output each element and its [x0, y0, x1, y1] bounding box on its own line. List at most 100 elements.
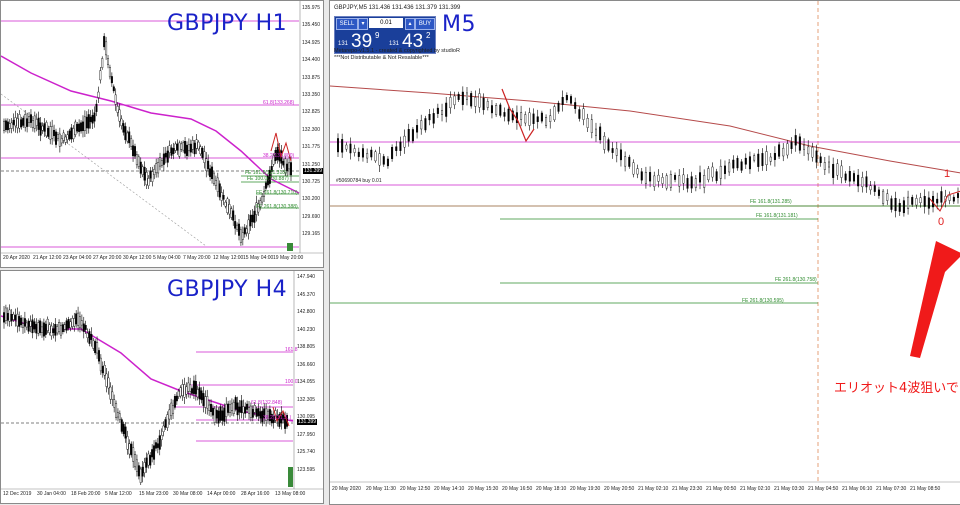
- m5-candle: [474, 97, 477, 107]
- m5-candle: [761, 153, 764, 166]
- lot-size-input[interactable]: 0.01: [369, 18, 403, 28]
- h1-candle: [203, 151, 206, 163]
- h1-candle: [145, 171, 148, 186]
- h4-candle: [151, 449, 154, 458]
- chart-panel-h1[interactable]: GBPJPY H1 135.975 135.450 134.925 134.400 13…: [0, 0, 324, 268]
- h1-candle: [99, 70, 102, 81]
- h4-candle: [147, 453, 150, 466]
- h4-candle: [97, 350, 100, 362]
- annotation-text: エリオット4波狙いで: [834, 381, 959, 396]
- h1-candle: [105, 41, 108, 56]
- m5-candle: [524, 114, 527, 124]
- m5-candle: [453, 95, 456, 106]
- m5-candle: [370, 149, 373, 158]
- h4-level-label: 100.0: [285, 379, 298, 385]
- m5-candle: [640, 171, 643, 181]
- m5-candle: [778, 144, 781, 157]
- time-tick-label: 21 May 04:50: [808, 486, 839, 492]
- h4-candle: [90, 333, 93, 340]
- buy-price-pip: 2: [426, 31, 431, 40]
- price-tick-label: 130.200: [302, 196, 321, 203]
- price-tick-label: 129.690: [302, 213, 321, 220]
- price-tick-label: 132.300: [302, 126, 321, 133]
- h4-candle: [221, 410, 224, 421]
- h1-candle: [249, 214, 252, 227]
- h4-candle: [154, 442, 157, 449]
- h4-candle: [229, 404, 232, 414]
- m5-candle: [815, 150, 818, 163]
- m5-candle: [902, 200, 905, 214]
- h4-candle: [77, 312, 80, 326]
- sell-button[interactable]: SELL: [336, 18, 358, 30]
- m5-candle: [882, 190, 885, 204]
- price-tick-label: 140.230: [297, 326, 316, 333]
- chart-panel-h4[interactable]: GBPJPY H4 147.940 145.370 142.800 140.230 13…: [0, 270, 324, 504]
- chart-panel-m5[interactable]: GBPJPY,M5 131.436 131.436 131.379 131.39…: [329, 0, 960, 505]
- lot-up-icon[interactable]: ▴: [405, 18, 415, 30]
- m5-candle: [753, 155, 756, 161]
- m5-candle: [690, 176, 693, 189]
- m5-candle: [599, 126, 602, 141]
- h1-candle: [107, 58, 110, 65]
- h4-candle: [137, 465, 140, 477]
- m5-candle: [428, 114, 431, 121]
- h1-candle: [31, 120, 34, 128]
- m5-candle: [382, 156, 385, 165]
- h1-candle: [76, 123, 79, 132]
- h4-candle: [259, 411, 262, 419]
- h1-candle: [85, 116, 88, 129]
- h4-candle: [238, 406, 241, 413]
- h1-candle: [89, 116, 92, 122]
- h4-candle: [59, 325, 62, 336]
- h1-candle: [212, 172, 215, 184]
- h1-candle: [189, 143, 192, 153]
- h4-candle: [246, 403, 249, 410]
- m5-candle: [336, 138, 339, 153]
- h4-candle: [18, 316, 21, 327]
- m5-candle: [873, 185, 876, 192]
- m5-candle: [416, 125, 419, 133]
- h4-candle: [215, 409, 218, 419]
- m5-candle: [823, 162, 826, 170]
- h4-candle: [168, 409, 171, 420]
- h4-candle: [50, 325, 53, 337]
- h1-candle: [47, 127, 50, 137]
- price-tick-label: 134.400: [302, 57, 321, 64]
- h1-candle: [124, 126, 127, 141]
- h4-candle: [160, 434, 163, 440]
- h4-candle: [111, 391, 114, 400]
- h1-candle: [253, 210, 256, 223]
- m5-candle: [570, 96, 573, 104]
- m5-candle: [915, 198, 918, 206]
- m5-candle: [582, 108, 585, 120]
- m5-candle: [794, 135, 797, 146]
- buy-button[interactable]: BUY: [415, 18, 435, 30]
- m5-candle: [848, 171, 851, 182]
- time-tick-label: 12 May 12:00: [213, 255, 244, 261]
- m5-candle: [619, 149, 622, 161]
- h4-candle: [177, 390, 180, 397]
- h1-candle: [147, 178, 150, 186]
- h4-candle: [198, 387, 201, 400]
- price-tick-label: 130.725: [302, 179, 321, 185]
- m5-candle: [686, 178, 689, 189]
- h1-candle: [199, 146, 202, 155]
- m5-candle: [561, 97, 564, 105]
- m5-candle: [869, 185, 872, 191]
- time-tick-label: 19 May 20:00: [273, 255, 304, 261]
- lot-dropdown-icon[interactable]: ▾: [358, 18, 368, 30]
- m5-candle: [657, 174, 660, 182]
- m5-candle: [828, 161, 831, 168]
- h1-candle: [120, 118, 123, 126]
- time-tick-label: 20 May 11:30: [366, 486, 396, 492]
- h4-candle: [14, 314, 17, 321]
- m5-candle: [345, 144, 348, 150]
- m5-candle: [661, 177, 664, 184]
- h1-candle: [149, 170, 152, 179]
- h1-candle: [70, 127, 73, 140]
- m5-candle: [457, 93, 460, 100]
- h1-candle: [68, 130, 71, 140]
- m5-candle: [403, 135, 406, 148]
- h1-candle: [29, 114, 32, 123]
- h4-candle: [149, 455, 152, 466]
